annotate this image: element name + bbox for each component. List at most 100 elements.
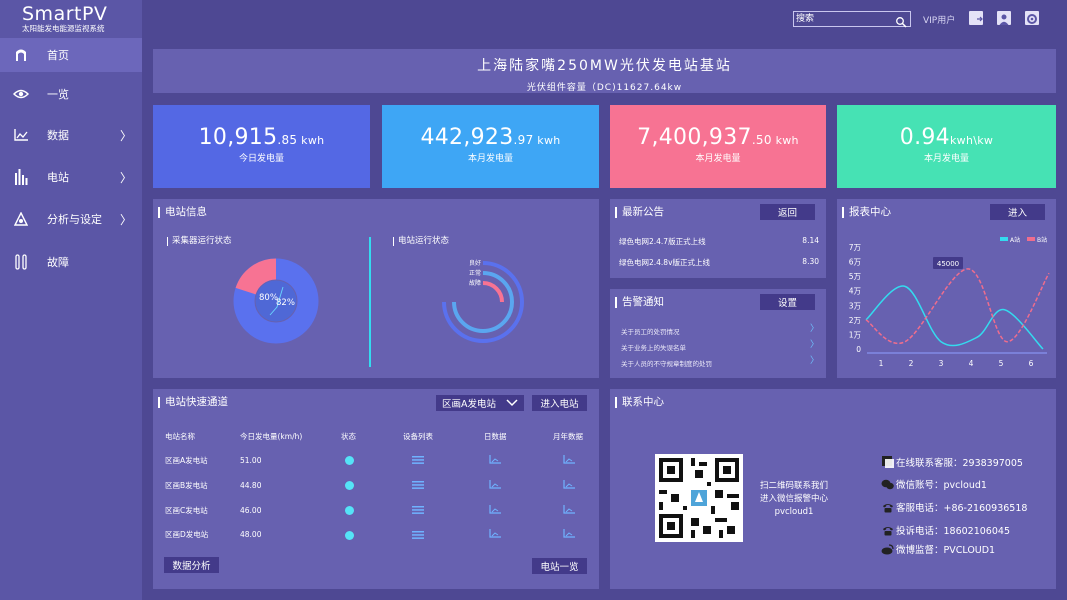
legend-label: A站 xyxy=(1010,236,1020,244)
legend-good: 良好 xyxy=(469,259,481,267)
settings-button[interactable]: 设置 xyxy=(760,294,815,310)
chevron-right-icon: 〉 xyxy=(809,356,819,366)
station-select[interactable]: 区画A发电站 xyxy=(436,395,524,411)
daily-chart-icon[interactable] xyxy=(489,480,501,489)
station-value: 51.00 xyxy=(240,456,262,465)
contact-item-wechat: 微信账号：pvcloud1 xyxy=(881,477,987,491)
nav-label: 数据 xyxy=(47,129,69,142)
tooltip-value: 45000 xyxy=(937,260,959,268)
stat-card-month: 442,923.97 kwh 本月发电量 xyxy=(382,105,599,188)
stat-value: 0.94kwh\kw xyxy=(899,125,994,150)
station-value: 44.80 xyxy=(240,481,262,490)
stat-card-today: 10,915.85 kwh 今日发电量 xyxy=(153,105,370,188)
stat-value: 10,915.85 kwh xyxy=(198,125,325,150)
search-icon[interactable] xyxy=(895,13,907,28)
collector-donut-chart: 80% 82% xyxy=(233,258,319,344)
status-dot xyxy=(345,456,354,465)
data-analysis-button[interactable]: 数据分析 xyxy=(164,557,219,573)
settings-gear-icon[interactable] xyxy=(1025,11,1039,25)
nav-item-analysis[interactable]: 分析与设定 〉 xyxy=(0,202,142,236)
daily-chart-icon[interactable] xyxy=(489,505,501,514)
station-capacity: 光伏组件容量（DC)11627.64kw xyxy=(526,83,683,93)
home-arch-icon xyxy=(13,47,29,63)
station-list-button[interactable]: 电站一览 xyxy=(532,558,587,574)
logout-icon[interactable] xyxy=(969,11,983,25)
sidebar: SmartPV 太阳能发电能源监视系统 首页 一览 数据 〉 电站 〉 分析与设… xyxy=(0,0,142,600)
y-tick-label: 1万 xyxy=(849,330,862,339)
nav-item-fault[interactable]: 故障 xyxy=(0,245,142,279)
y-tick-label: 5万 xyxy=(849,272,862,281)
vip-user-label[interactable]: VIP用户 xyxy=(923,13,955,26)
station-name: 区画B发电站 xyxy=(165,481,208,490)
alarm-item[interactable]: 关于业务上的失误名单〉 xyxy=(621,341,819,353)
station-name: 区画C发电站 xyxy=(165,506,208,515)
search-input[interactable] xyxy=(796,12,892,26)
back-button[interactable]: 返回 xyxy=(760,204,815,220)
nav-item-overview[interactable]: 一览 xyxy=(0,77,142,111)
device-list-icon[interactable] xyxy=(412,481,424,489)
analysis-icon xyxy=(13,211,29,227)
panel-title: 最新公告 xyxy=(615,207,664,218)
legend-swatch xyxy=(1027,237,1035,241)
legend-swatch xyxy=(1000,237,1008,241)
col-header: 月年数据 xyxy=(553,432,583,441)
report-line-chart: 0 1万 2万 3万 4万 5万 6万 7万 1 2 3 4 5 6 A站 B站 45000 xyxy=(849,236,1050,368)
user-icon[interactable] xyxy=(997,11,1011,25)
panel-title: 联系中心 xyxy=(615,397,664,408)
stat-card-efficiency: 0.94kwh\kw 本月发电量 xyxy=(837,105,1056,188)
daily-chart-icon[interactable] xyxy=(489,455,501,464)
eye-icon xyxy=(13,86,29,102)
top-bar: VIP用户 xyxy=(142,0,1067,38)
status-dot xyxy=(345,481,354,490)
col-header: 设备列表 xyxy=(403,432,433,441)
nav-item-home[interactable]: 首页 xyxy=(0,38,142,72)
brand-subtitle: 太阳能发电能源监视系统 xyxy=(22,24,105,33)
daily-chart-icon[interactable] xyxy=(489,529,501,538)
nav-item-data[interactable]: 数据 〉 xyxy=(0,118,142,152)
data-chart-icon xyxy=(13,127,29,143)
series-line-a xyxy=(865,285,1044,350)
x-tick-label: 3 xyxy=(939,359,944,368)
chat-square-icon xyxy=(881,456,894,468)
panel-title: 电站信息 xyxy=(158,207,207,218)
search-box[interactable] xyxy=(793,11,911,28)
station-name: 区画D发电站 xyxy=(165,530,209,539)
y-tick-label: 6万 xyxy=(849,258,862,267)
fault-tools-icon xyxy=(13,254,29,270)
station-name: 区画A发电站 xyxy=(165,456,208,465)
enter-button[interactable]: 进入 xyxy=(990,204,1045,220)
device-list-icon[interactable] xyxy=(412,456,424,464)
announcement-item[interactable]: 绿色电网2.4.8v版正式上线 8.30 xyxy=(619,257,819,268)
collector-status-title: 采集器运行状态 xyxy=(167,237,232,246)
brand-name: SmartPV xyxy=(22,3,108,25)
monthly-chart-icon[interactable] xyxy=(563,455,575,464)
qr-caption: 扫二维码联系我们 进入微信报警中心 pvcloud1 xyxy=(759,481,828,517)
legend-fault: 故障 xyxy=(469,279,481,287)
station-info-panel: 电站信息 采集器运行状态 电站运行状态 80% 82% 良好 正常 故障 xyxy=(153,199,599,378)
weibo-icon xyxy=(881,543,894,555)
enter-station-button[interactable]: 进入电站 xyxy=(532,395,587,411)
col-header: 日数据 xyxy=(484,432,507,441)
inner-percent: 82% xyxy=(276,298,295,308)
quick-access-panel: 电站快速通道 区画A发电站 进入电站 电站名称 今日发电量(km/h) 状态 设… xyxy=(153,389,599,589)
stat-label: 本月发电量 xyxy=(695,154,741,164)
x-tick-label: 4 xyxy=(969,359,974,368)
alarm-item[interactable]: 关于人员的不守规章制度的处罚〉 xyxy=(621,356,819,369)
y-tick-label: 0 xyxy=(856,345,861,354)
wechat-icon xyxy=(881,478,894,490)
monthly-chart-icon[interactable] xyxy=(563,529,575,538)
device-list-icon[interactable] xyxy=(412,506,424,514)
divider xyxy=(369,237,371,367)
alarm-item[interactable]: 关于员工的处罚情况〉 xyxy=(621,325,819,337)
col-header: 今日发电量(km/h) xyxy=(240,432,303,441)
nav-item-station[interactable]: 电站 〉 xyxy=(0,160,142,194)
device-list-icon[interactable] xyxy=(412,531,424,539)
monthly-chart-icon[interactable] xyxy=(563,505,575,514)
x-tick-label: 5 xyxy=(999,359,1004,368)
station-status-title: 电站运行状态 xyxy=(393,237,449,246)
chevron-down-icon xyxy=(506,399,518,407)
col-header: 电站名称 xyxy=(165,432,195,441)
monthly-chart-icon[interactable] xyxy=(563,480,575,489)
station-title: 上海陆家嘴250MW光伏发电站基站 xyxy=(477,58,732,74)
announcement-item[interactable]: 绿色电网2.4.7版正式上线 8.14 xyxy=(619,236,819,247)
